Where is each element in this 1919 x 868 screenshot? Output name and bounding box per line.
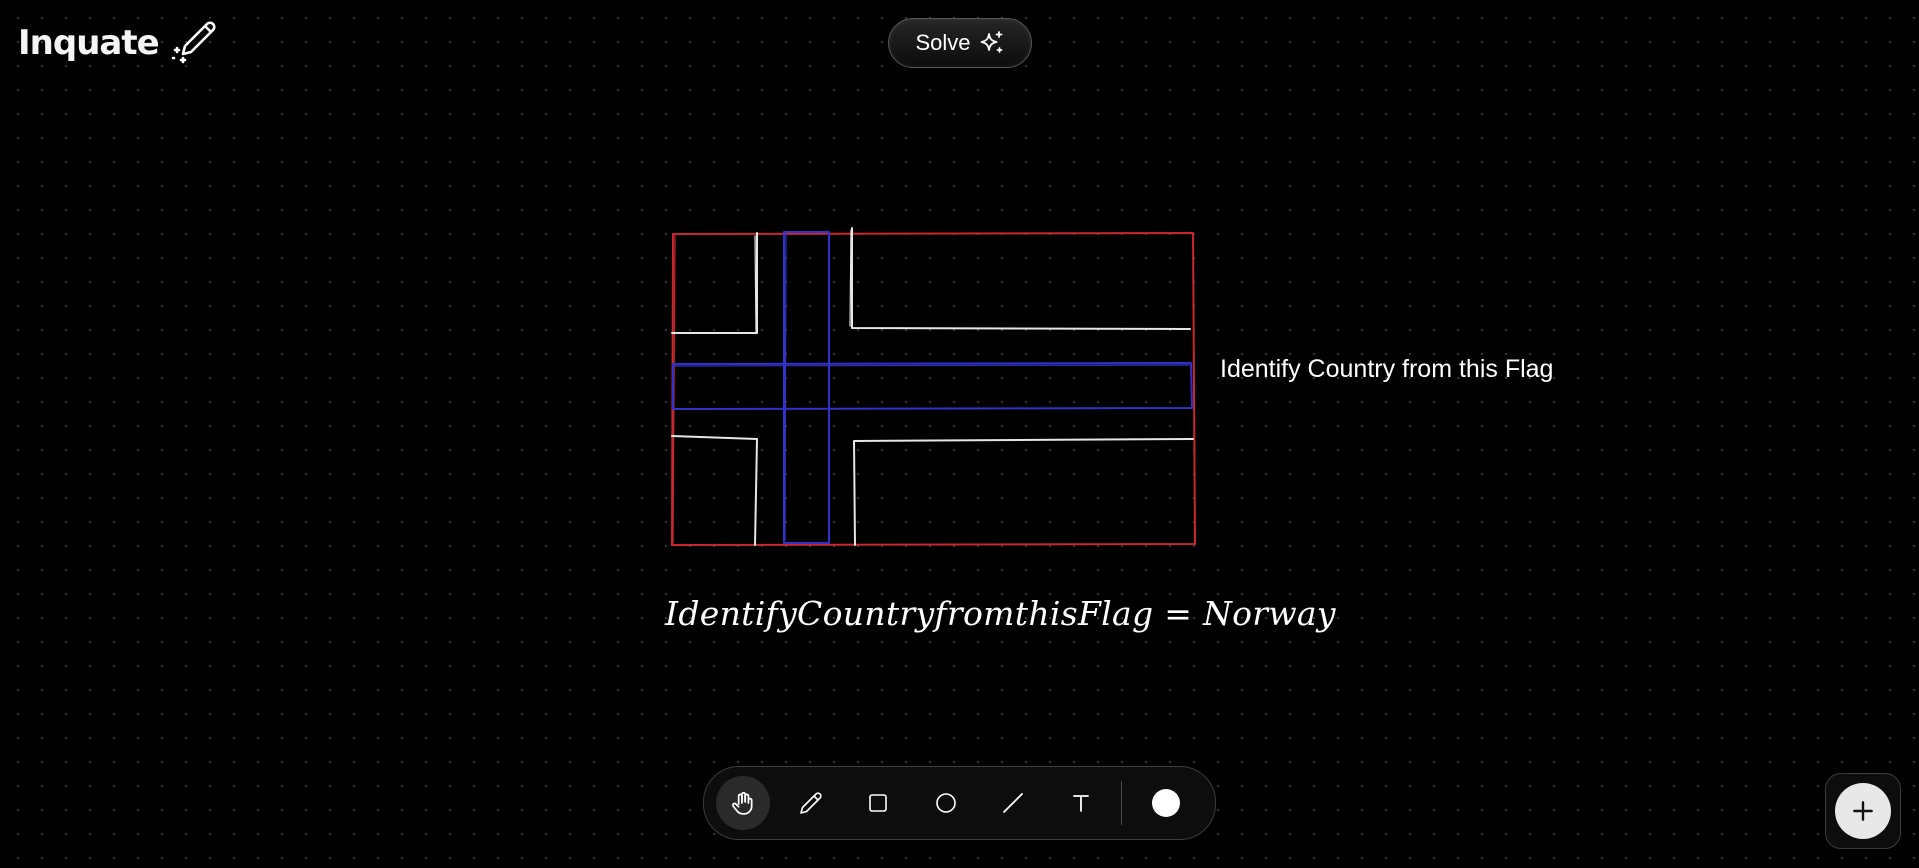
line-icon	[1001, 791, 1025, 815]
pencil-tool-button[interactable]	[784, 776, 838, 830]
app-name: Inquate	[18, 23, 160, 63]
app-logo: Inquate	[18, 18, 221, 68]
result-expression[interactable]: IdentifyCountryfromthisFlag = Norway	[665, 594, 1336, 633]
flag-white-stroke	[853, 438, 1194, 546]
line-tool-button[interactable]	[986, 776, 1040, 830]
add-button-container	[1825, 773, 1901, 849]
sparkle-icon	[979, 30, 1005, 56]
flag-border-stroke	[671, 232, 1196, 546]
text-icon	[1069, 791, 1093, 815]
flag-drawing	[671, 227, 1196, 546]
circle-icon	[934, 791, 958, 815]
solve-button[interactable]: Solve	[888, 18, 1032, 68]
ellipse-tool-button[interactable]	[919, 776, 973, 830]
pan-tool-button[interactable]	[716, 776, 770, 830]
solve-button-label: Solve	[915, 30, 971, 55]
add-button[interactable]	[1835, 783, 1891, 839]
drawing-toolbar	[703, 766, 1216, 840]
toolbar-divider	[1121, 781, 1122, 825]
flag-white-stroke	[671, 232, 758, 334]
pencil-sparkle-icon	[169, 18, 221, 68]
prompt-text[interactable]: Identify Country from this Flag	[1220, 355, 1553, 384]
hand-icon	[730, 790, 756, 816]
flag-white-stroke	[671, 435, 758, 546]
flag-blue-stroke	[672, 362, 1193, 410]
whiteboard-canvas[interactable]: Inquate Solve Identify Country from this…	[0, 0, 1919, 868]
flag-white-stroke	[851, 227, 1191, 330]
text-tool-button[interactable]	[1054, 776, 1108, 830]
plus-icon	[1850, 798, 1876, 824]
square-icon	[866, 791, 890, 815]
rectangle-tool-button[interactable]	[851, 776, 905, 830]
flag-blue-stroke	[783, 231, 830, 544]
color-picker-swatch[interactable]	[1152, 789, 1180, 817]
drawing-layer	[671, 227, 1196, 546]
pencil-icon	[799, 791, 823, 815]
